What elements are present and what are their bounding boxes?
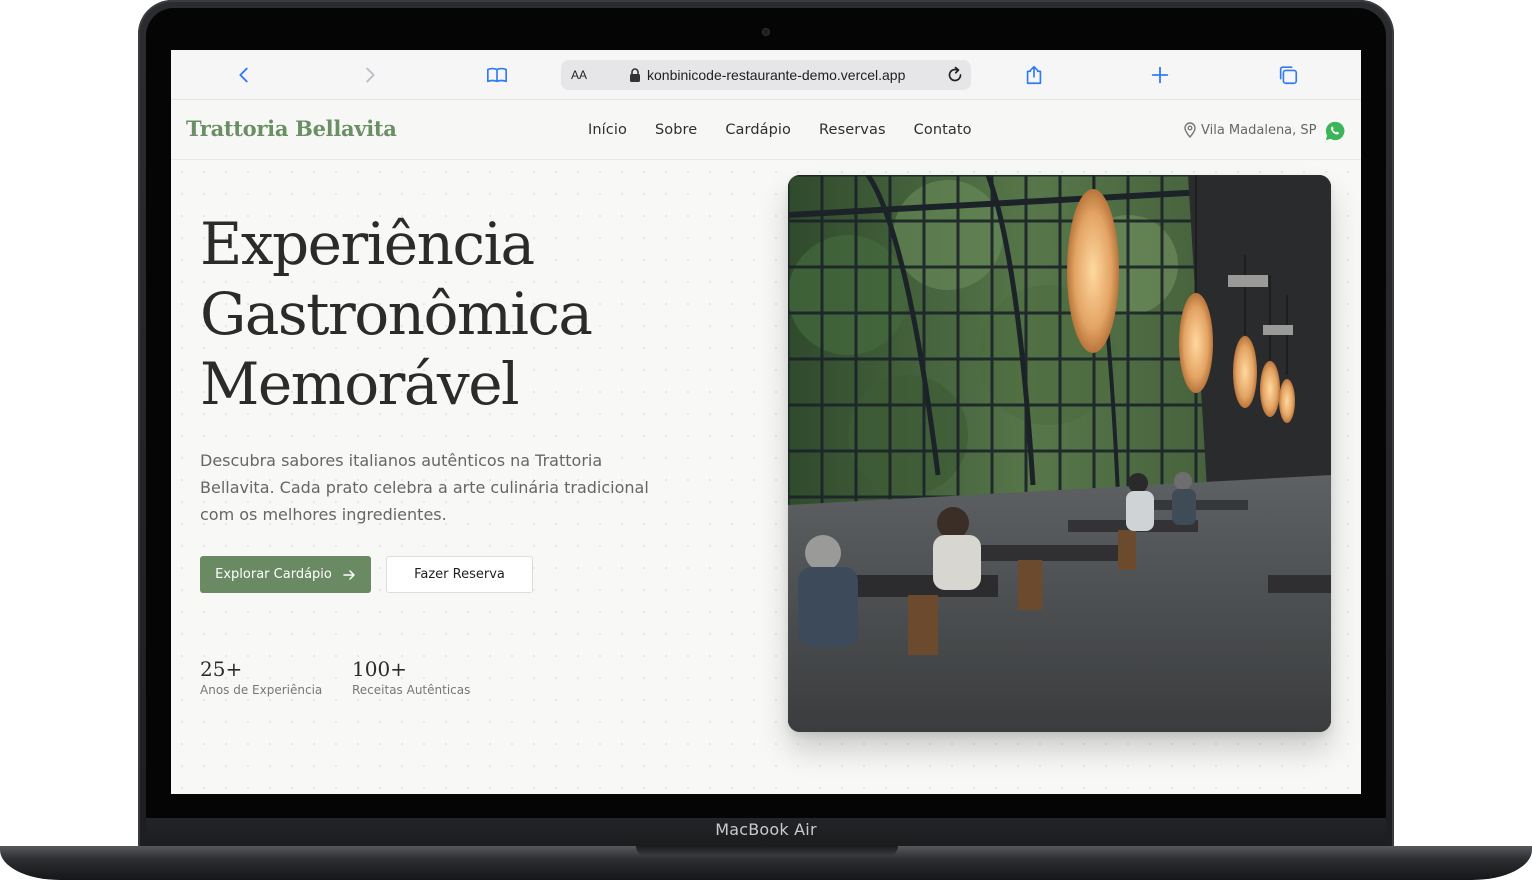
arrow-right-icon <box>343 569 355 580</box>
make-reservation-button[interactable]: Fazer Reserva <box>386 556 533 593</box>
whatsapp-icon[interactable] <box>1324 120 1346 142</box>
device-label: MacBook Air <box>715 820 817 839</box>
restaurant-photo <box>788 175 1331 732</box>
share-icon[interactable] <box>1022 63 1046 87</box>
location-text: Vila Madalena, SP <box>1201 122 1317 138</box>
laptop-notch <box>636 846 898 856</box>
nav-item-sobre[interactable]: Sobre <box>655 122 697 138</box>
stat-label: Receitas Autênticas <box>352 683 471 697</box>
stat-years: 25+ Anos de Experiência <box>200 657 322 697</box>
nav-item-inicio[interactable]: Início <box>588 122 627 138</box>
browser-toolbar: AA konbinicode-restaurante-demo.vercel.a… <box>171 50 1361 100</box>
map-pin-icon <box>1184 122 1196 138</box>
location: Vila Madalena, SP <box>1183 122 1317 138</box>
hero-description: Descubra sabores italianos autênticos na… <box>200 451 649 524</box>
hero-section: Experiência Gastronômica Memorável Descu… <box>171 161 1361 794</box>
new-tab-icon[interactable] <box>1148 63 1172 87</box>
stat-label: Anos de Experiência <box>200 683 323 697</box>
nav-item-reservas[interactable]: Reservas <box>819 122 886 138</box>
nav-item-contato[interactable]: Contato <box>914 122 972 138</box>
main-nav: Início Sobre Cardápio Reservas Contato <box>588 122 1000 138</box>
tabs-icon[interactable] <box>1276 63 1300 87</box>
camera-icon <box>762 28 770 36</box>
hero-title: Experiência Gastronômica Memorável <box>200 209 760 419</box>
reload-icon[interactable] <box>945 65 965 85</box>
text-size-button[interactable]: AA <box>571 68 587 82</box>
address-bar[interactable]: AA konbinicode-restaurante-demo.vercel.a… <box>561 60 971 90</box>
url-text: konbinicode-restaurante-demo.vercel.app <box>647 67 906 83</box>
stat-recipes: 100+ Receitas Autênticas <box>352 657 470 697</box>
browser-screen: AA konbinicode-restaurante-demo.vercel.a… <box>171 50 1361 794</box>
hero-title-line: Gastronômica <box>200 280 593 348</box>
explore-menu-label: Explorar Cardápio <box>215 567 332 582</box>
site-header: Trattoria Bellavita Início Sobre Cardápi… <box>171 100 1361 160</box>
nav-item-cardapio[interactable]: Cardápio <box>725 122 791 138</box>
hero-title-line: Experiência <box>200 210 535 278</box>
back-icon[interactable] <box>232 63 256 87</box>
bookmarks-icon[interactable] <box>485 63 509 87</box>
hero-title-line: Memorável <box>200 350 520 418</box>
stat-value: 25+ <box>200 657 243 681</box>
forward-icon[interactable] <box>358 63 382 87</box>
lock-icon <box>630 68 640 82</box>
stat-value: 100+ <box>352 657 407 681</box>
explore-menu-button[interactable]: Explorar Cardápio <box>200 556 371 593</box>
brand-logo[interactable]: Trattoria Bellavita <box>186 116 397 141</box>
